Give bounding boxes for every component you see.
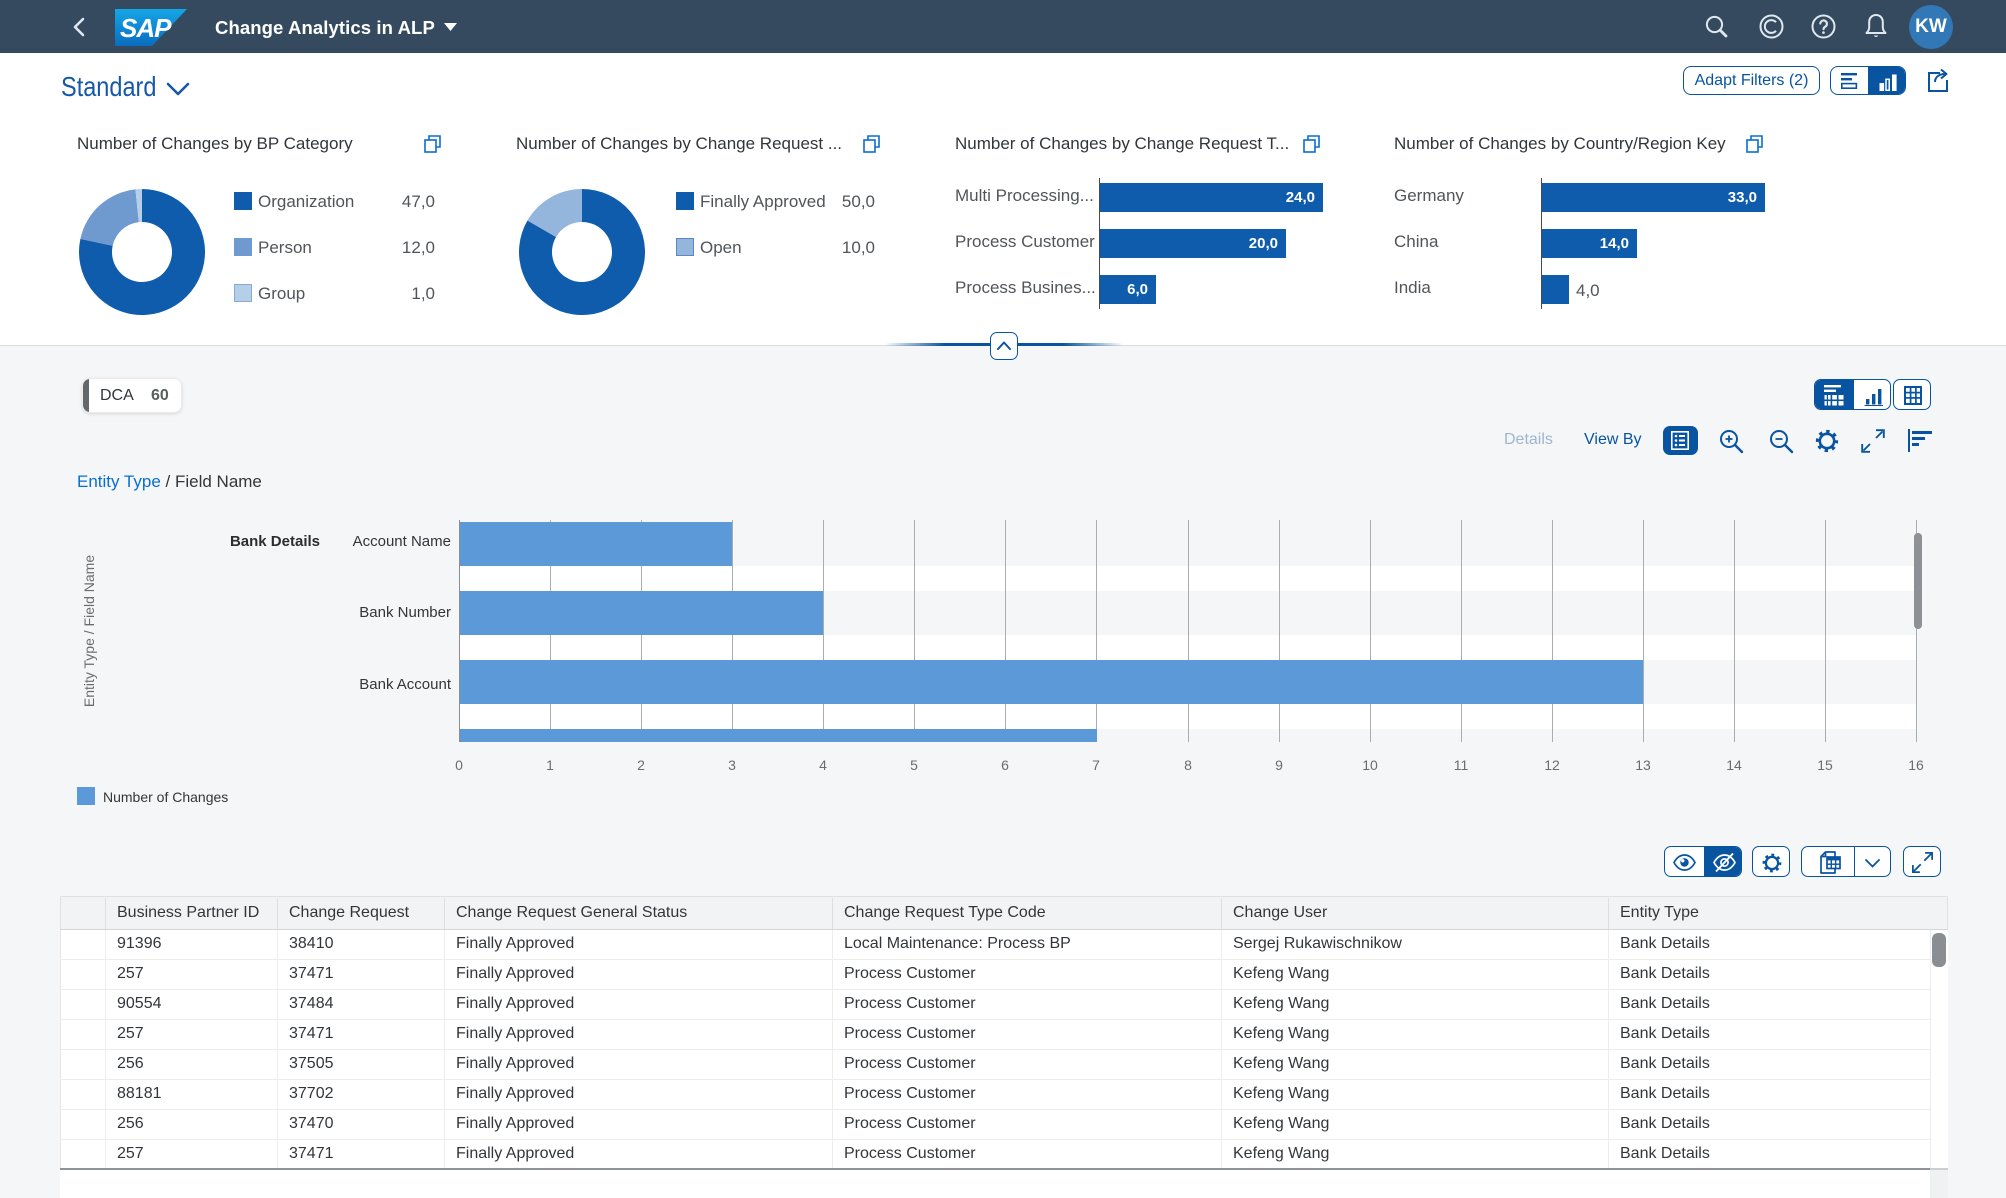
svg-text:SAP: SAP — [120, 13, 172, 43]
